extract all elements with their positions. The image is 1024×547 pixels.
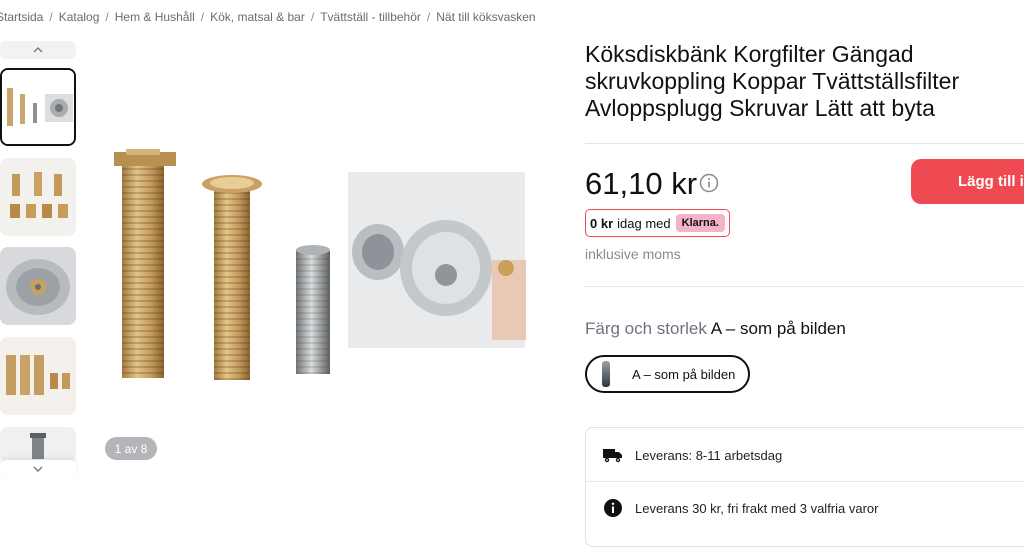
- variant-label: Färg och storlek: [585, 319, 707, 338]
- klarna-payment-info[interactable]: 0 kr idag med Klarna.: [585, 209, 730, 237]
- breadcrumb-separator: /: [105, 10, 109, 24]
- shipping-info-box: Leverans: 8-11 arbetsdag Leverans 30 kr,…: [585, 427, 1024, 547]
- thumbnail-scroll-up-button[interactable]: [0, 41, 76, 59]
- variant-option-a[interactable]: A – som på bilden: [585, 355, 750, 393]
- image-counter-badge: 1 av 8: [105, 437, 157, 460]
- add-to-cart-button[interactable]: Lägg till i: [911, 159, 1024, 204]
- divider: [585, 286, 1024, 287]
- thumbnail-scroll-down-button[interactable]: [0, 460, 76, 478]
- breadcrumb-home-household[interactable]: Hem & Hushåll: [115, 10, 195, 24]
- breadcrumb-sink-accessories[interactable]: Tvättställ - tillbehör: [320, 10, 421, 24]
- shipping-cost-text: Leverans 30 kr, fri frakt med 3 valfria …: [635, 500, 879, 516]
- info-icon[interactable]: [699, 173, 719, 198]
- breadcrumb-separator: /: [200, 10, 205, 24]
- variant-thumbnail: [602, 361, 610, 387]
- klarna-amount: 0 kr: [590, 215, 614, 231]
- divider: [585, 143, 1024, 144]
- variant-option-label: A – som på bilden: [632, 366, 736, 382]
- breadcrumb-kitchen[interactable]: Kök, matsal & bar: [210, 10, 305, 24]
- truck-icon: [603, 445, 623, 465]
- shipping-time-text: Leverans: 8-11 arbetsdag: [635, 447, 783, 463]
- shipping-cost-row: Leverans 30 kr, fri frakt med 3 valfria …: [603, 498, 878, 518]
- breadcrumb-home[interactable]: Startsida: [0, 10, 43, 24]
- klarna-text: idag med: [617, 215, 671, 231]
- vat-note: inklusive moms: [585, 246, 681, 262]
- shipping-time-row: Leverans: 8-11 arbetsdag: [603, 445, 782, 465]
- breadcrumb-sink-strainer[interactable]: Nät till köksvasken: [436, 10, 535, 24]
- breadcrumb-separator: /: [310, 10, 315, 24]
- thumbnail-1[interactable]: [0, 68, 76, 146]
- thumbnail-5[interactable]: [0, 427, 76, 463]
- thumbnail-2[interactable]: [0, 158, 76, 236]
- klarna-logo: Klarna.: [675, 214, 725, 232]
- variant-heading: Färg och storlek A – som på bilden: [585, 319, 846, 339]
- divider: [586, 481, 1024, 482]
- variant-selected-value: A – som på bilden: [710, 319, 846, 338]
- thumbnail-3[interactable]: [0, 247, 76, 325]
- info-icon: [603, 498, 623, 518]
- breadcrumb: Startsida / Katalog / Hem & Hushåll / Kö…: [0, 10, 536, 24]
- breadcrumb-catalog[interactable]: Katalog: [59, 10, 100, 24]
- product-price: 61,10 kr: [585, 166, 698, 201]
- chevron-down-icon: [33, 466, 43, 472]
- main-product-image[interactable]: [96, 140, 531, 400]
- product-title: Köksdiskbänk Korgfilter Gängad skruvkopp…: [585, 41, 960, 121]
- chevron-up-icon: [33, 47, 43, 53]
- thumbnail-4[interactable]: [0, 337, 76, 415]
- breadcrumb-separator: /: [49, 10, 53, 24]
- breadcrumb-separator: /: [426, 10, 431, 24]
